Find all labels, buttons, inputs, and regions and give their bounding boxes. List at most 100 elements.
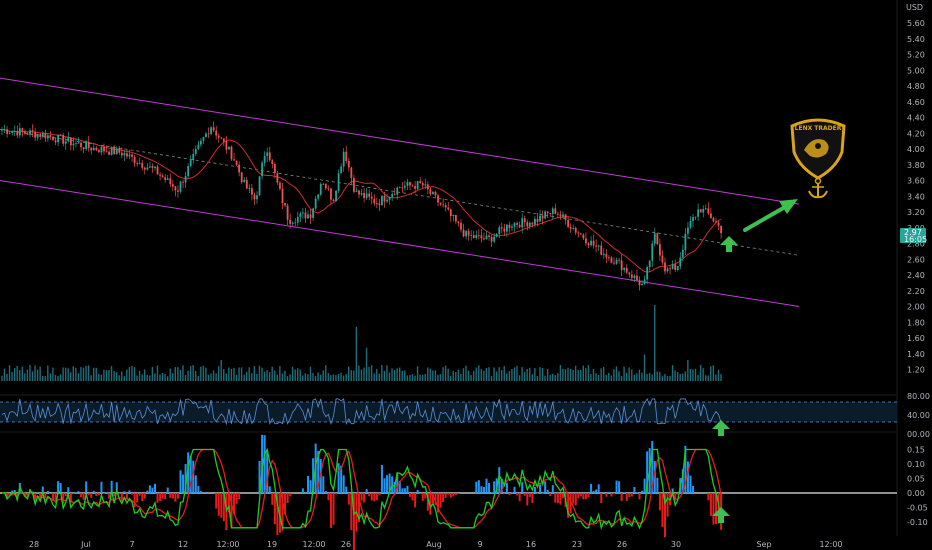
candle-body	[587, 243, 590, 246]
candle-body	[77, 142, 80, 144]
candle-body	[192, 153, 195, 161]
macd-histogram-bar	[131, 493, 134, 495]
macd-histogram-bar	[332, 493, 335, 525]
candle-body	[217, 135, 220, 138]
candle-body	[100, 146, 103, 153]
volume-bar	[248, 367, 250, 381]
volume-bar	[195, 370, 197, 381]
candle-body	[80, 142, 82, 148]
macd-histogram-bar	[217, 493, 220, 516]
candle-body	[276, 173, 279, 183]
volume-bar	[414, 375, 416, 381]
volume-bar	[281, 373, 284, 381]
candle-body	[424, 184, 427, 186]
candle-body	[577, 232, 580, 234]
candle-body	[279, 182, 281, 189]
candle-body	[671, 264, 674, 269]
macd-histogram-bar	[556, 493, 559, 504]
macd-histogram-bar	[600, 493, 603, 504]
trading-chart[interactable]: USD 5.60 5.40 5.20 5.00 4.80 4.60 4.40 4.20 4.00…	[0, 0, 932, 550]
candle-body	[8, 132, 11, 134]
time-tick-label: 12	[178, 540, 188, 549]
candle-body	[72, 143, 75, 146]
macd-histogram-bar	[620, 493, 623, 502]
macd-tick-label: -0.05	[907, 504, 928, 513]
candle-body	[182, 181, 184, 183]
candle-body	[638, 280, 641, 286]
volume-bar	[1, 375, 3, 381]
volume-bar	[432, 370, 434, 381]
candle-body	[82, 147, 85, 150]
volume-bar	[42, 375, 44, 381]
volume-bar	[643, 354, 646, 381]
volume-bar	[304, 373, 307, 381]
macd-histogram-bar	[370, 493, 373, 501]
candle-body	[248, 188, 251, 190]
candle-body	[534, 218, 536, 225]
candle-body	[373, 198, 376, 204]
candle-body	[518, 224, 521, 228]
candle-body	[332, 199, 335, 202]
candle-body	[465, 231, 467, 237]
macd-histogram-bar	[383, 478, 386, 493]
volume-bar	[202, 365, 205, 381]
volume-bar	[623, 366, 625, 381]
macd-histogram-bar	[327, 493, 330, 501]
candle-body	[659, 244, 661, 256]
macd-histogram-bar	[661, 493, 664, 527]
candle-body	[291, 222, 294, 224]
macd-histogram-bar	[368, 493, 371, 497]
candle-body	[171, 184, 174, 187]
candle-body	[98, 150, 100, 153]
candle-body	[592, 240, 595, 246]
price-tick-label: 3.20	[907, 208, 925, 217]
logo-text: LENX TRADER	[795, 125, 842, 132]
candle-body	[457, 221, 460, 223]
candle-body	[585, 238, 587, 244]
macd-histogram-bar	[641, 490, 644, 493]
candle-body	[113, 147, 116, 155]
volume-bar	[64, 367, 67, 381]
candle-body	[661, 255, 664, 263]
macd-histogram-bar	[146, 490, 149, 493]
macd-histogram-bar	[113, 493, 116, 497]
candle-body	[258, 176, 261, 196]
candle-body	[562, 214, 564, 217]
candle-body	[513, 223, 516, 227]
macd-histogram-bar	[67, 487, 70, 493]
volume-bar	[689, 368, 692, 381]
macd-histogram-bar	[289, 493, 292, 497]
volume-bar	[217, 366, 220, 381]
volume-bar	[498, 367, 500, 381]
macd-histogram-bar	[615, 480, 618, 493]
candle-body	[143, 167, 146, 170]
price-tick-label: 4.40	[907, 114, 925, 123]
candle-body	[324, 184, 327, 189]
rsi-pane[interactable]	[0, 398, 897, 426]
candle-body	[694, 216, 697, 218]
volume-bar	[93, 367, 95, 381]
volume-bar	[401, 370, 403, 381]
volume-bar	[358, 365, 360, 381]
macd-histogram-bar	[136, 493, 139, 503]
candle-body	[309, 214, 312, 218]
macd-histogram-bar	[156, 493, 159, 503]
candle-body	[136, 163, 139, 164]
volume-bar	[628, 367, 630, 381]
candle-body	[625, 267, 628, 273]
volume-bar	[534, 368, 536, 381]
candle-body	[126, 153, 128, 157]
candle-body	[569, 226, 572, 229]
volume-bar	[200, 366, 202, 381]
macd-histogram-bar	[345, 486, 348, 493]
volume-bar	[613, 369, 615, 381]
candle-body	[220, 137, 223, 139]
macd-histogram-bar	[386, 475, 389, 493]
candle-body	[697, 209, 700, 217]
macd-histogram-bar	[475, 481, 478, 493]
volume-bar	[251, 373, 253, 381]
candle-body	[406, 182, 409, 186]
chart-background	[0, 0, 932, 550]
macd-histogram-bar	[488, 482, 491, 493]
price-tick-label: 1.80	[907, 318, 925, 327]
